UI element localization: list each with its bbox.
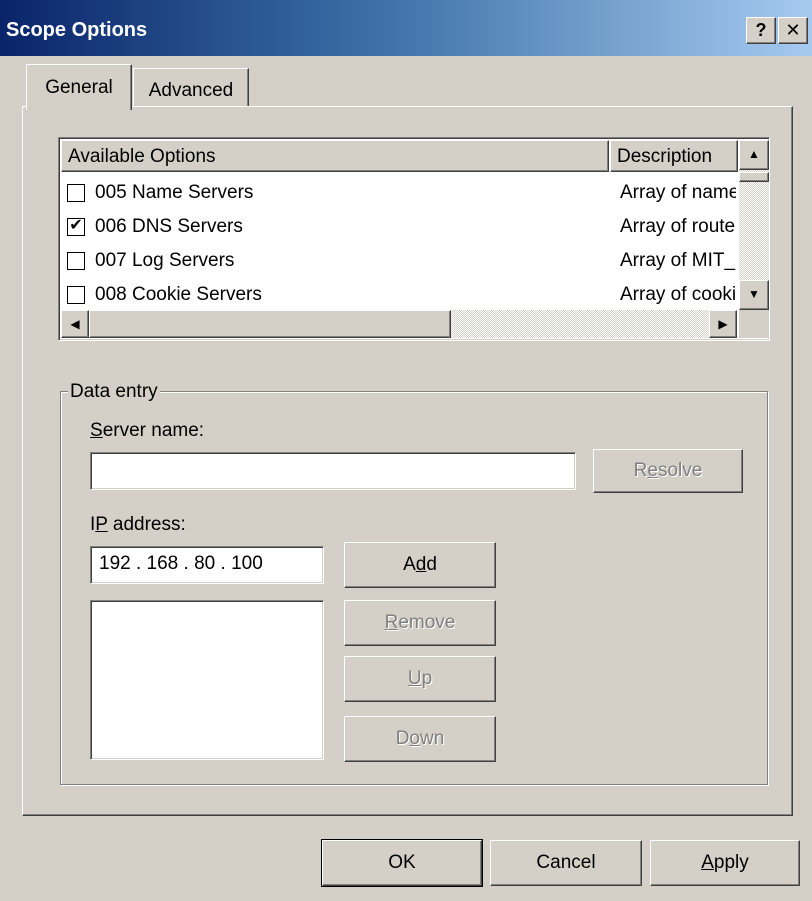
add-button[interactable]: Add (344, 542, 496, 588)
close-icon: ✕ (785, 20, 801, 40)
arrow-down-icon: ▼ (748, 287, 760, 301)
column-header-label: Description (617, 146, 713, 167)
down-button[interactable]: Down (344, 716, 496, 762)
resolve-button[interactable]: Resolve (593, 449, 743, 493)
option-checkbox[interactable]: ✔ (67, 218, 85, 236)
option-name: 005 Name Servers (95, 182, 254, 203)
ip-octet-2[interactable]: 168 (147, 553, 179, 574)
cancel-button[interactable]: Cancel (490, 840, 642, 886)
up-button[interactable]: Up (344, 656, 496, 702)
server-name-label: Server name: (90, 420, 205, 441)
data-entry-legend: Data entry (68, 381, 160, 403)
list-item[interactable]: 007 Log Servers Array of MIT_LCS UDP log… (67, 244, 747, 278)
title-bar[interactable]: Scope Options ? ✕ (0, 0, 812, 56)
window-title: Scope Options (6, 19, 148, 41)
help-icon: ? (755, 20, 767, 40)
tab-advanced-label: Advanced (148, 80, 234, 101)
option-checkbox[interactable] (67, 252, 85, 270)
close-button[interactable]: ✕ (778, 17, 808, 44)
column-header-description[interactable]: Description (610, 140, 738, 172)
list-item[interactable]: 005 Name Servers Array of name servers (67, 176, 747, 210)
option-name: 007 Log Servers (95, 250, 235, 271)
ip-octet-3[interactable]: 80 (194, 553, 215, 574)
option-description: Array of MIT_LCS UDP log servers (620, 250, 736, 271)
remove-button[interactable]: Remove (344, 600, 496, 646)
column-header-label: Available Options (68, 146, 216, 167)
arrow-left-icon: ◀ (70, 317, 80, 331)
scroll-up-button[interactable]: ▲ (739, 140, 769, 170)
ip-octet-4[interactable]: 100 (231, 553, 263, 574)
option-name: 008 Cookie Servers (95, 284, 262, 305)
ip-octet-1[interactable]: 192 (99, 553, 131, 574)
horizontal-scroll-thumb[interactable] (89, 310, 451, 338)
apply-button[interactable]: Apply (650, 840, 800, 886)
option-description: Array of cookie servers (620, 284, 736, 305)
option-description: Array of name servers (620, 182, 736, 203)
server-name-input[interactable] (90, 452, 576, 490)
ip-address-label: IP address: (90, 514, 186, 535)
list-item[interactable]: 008 Cookie Servers Array of cookie serve… (67, 278, 747, 312)
checkmark-icon: ✔ (69, 217, 83, 234)
ok-button[interactable]: OK (321, 839, 483, 887)
help-button[interactable]: ? (746, 17, 776, 44)
option-name: 006 DNS Servers (95, 216, 243, 237)
scroll-down-button[interactable]: ▼ (739, 280, 769, 310)
tab-general-label: General (45, 77, 113, 98)
list-item[interactable]: ✔ 006 DNS Servers Array of router addres… (67, 210, 747, 244)
vertical-scroll-track[interactable] (739, 170, 769, 280)
scroll-left-button[interactable]: ◀ (61, 310, 89, 338)
column-header-available-options[interactable]: Available Options (61, 140, 609, 172)
ip-address-input[interactable]: 192 . 168 . 80 . 100 (90, 546, 324, 584)
option-checkbox[interactable] (67, 184, 85, 202)
vertical-scroll-thumb[interactable] (739, 172, 769, 182)
ip-address-list[interactable] (90, 600, 324, 760)
tab-general[interactable]: General (26, 64, 132, 110)
scroll-right-button[interactable]: ▶ (709, 310, 737, 338)
scroll-corner (739, 310, 769, 338)
arrow-up-icon: ▲ (748, 147, 760, 161)
tab-advanced[interactable]: Advanced (133, 68, 249, 106)
option-checkbox[interactable] (67, 286, 85, 304)
available-options-list[interactable]: Available Options Description 005 Name S… (58, 137, 770, 341)
option-description: Array of router addresses (620, 216, 736, 237)
arrow-right-icon: ▶ (718, 317, 728, 331)
